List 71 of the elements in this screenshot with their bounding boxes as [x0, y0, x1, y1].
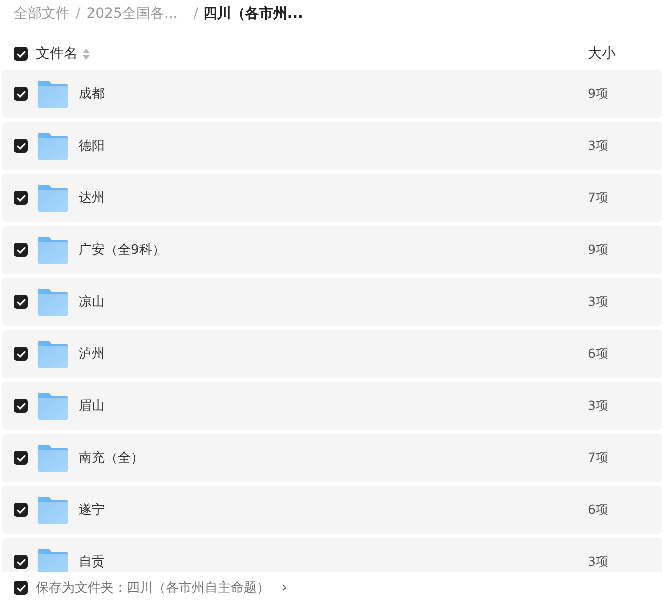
folder-name: 凉山 [79, 294, 106, 311]
folder-name: 达州 [79, 190, 106, 207]
row-checkbox[interactable] [14, 555, 28, 569]
item-count: 7项 [588, 450, 610, 466]
name-column-header[interactable]: 文件名 [36, 45, 78, 63]
item-count: 9项 [588, 242, 610, 258]
breadcrumb-link[interactable]: 四川（各市州... [203, 5, 304, 23]
folder-name: 自贡 [79, 554, 106, 571]
item-count: 3项 [588, 554, 610, 570]
folder-row[interactable]: 遂宁 6项 [2, 486, 662, 534]
item-count: 3项 [588, 138, 610, 154]
save-as-folder-checkbox[interactable] [14, 581, 28, 595]
folder-icon [38, 444, 68, 472]
folder-icon [38, 496, 68, 524]
row-checkbox[interactable] [14, 139, 28, 153]
checkmark-icon [16, 402, 26, 410]
folder-name: 德阳 [79, 138, 106, 155]
folder-name: 遂宁 [79, 502, 106, 519]
folder-name: 广安（全9科） [79, 242, 166, 259]
save-as-folder-label: 保存为文件夹：四川（各市州自主命题） [36, 580, 270, 597]
folder-icon [38, 548, 68, 572]
folder-name: 成都 [79, 86, 106, 103]
checkmark-icon [16, 298, 26, 306]
folder-row[interactable]: 自贡 3项 [2, 538, 662, 572]
checkmark-icon [16, 584, 26, 592]
folder-icon [38, 288, 68, 316]
checkmark-icon [16, 90, 26, 98]
checkmark-icon [16, 350, 26, 358]
checkmark-icon [16, 142, 26, 150]
checkmark-icon [16, 506, 26, 514]
item-count: 7项 [588, 190, 610, 206]
folder-row[interactable]: 广安（全9科） 9项 [2, 226, 662, 274]
folder-row[interactable]: 成都 9项 [2, 70, 662, 118]
folder-icon [38, 392, 68, 420]
breadcrumb-separator: / [76, 6, 81, 22]
folder-name: 眉山 [79, 398, 106, 415]
checkmark-icon [16, 454, 26, 462]
row-checkbox[interactable] [14, 295, 28, 309]
folder-name: 南充（全） [79, 450, 145, 467]
checkmark-icon [16, 50, 26, 58]
item-count: 3项 [588, 398, 610, 414]
breadcrumb-separator: / [194, 6, 198, 22]
folder-row[interactable]: 德阳 3项 [2, 122, 662, 170]
row-checkbox[interactable] [14, 243, 28, 257]
row-checkbox[interactable] [14, 191, 28, 205]
folder-icon [38, 340, 68, 368]
row-checkbox[interactable] [14, 451, 28, 465]
row-checkbox[interactable] [14, 347, 28, 361]
item-count: 3项 [588, 294, 610, 310]
row-checkbox[interactable] [14, 503, 28, 517]
folder-row[interactable]: 泸州 6项 [2, 330, 662, 378]
chevron[interactable]: › [282, 580, 288, 596]
checkmark-icon [16, 558, 26, 566]
item-count: 6项 [588, 346, 610, 362]
folder-row[interactable]: 南充（全） 7项 [2, 434, 662, 482]
row-checkbox[interactable] [14, 87, 28, 101]
folder-row[interactable]: 达州 7项 [2, 174, 662, 222]
folder-row[interactable]: 凉山 3项 [2, 278, 662, 326]
folder-row[interactable]: 眉山 3项 [2, 382, 662, 430]
folder-icon [38, 132, 68, 160]
row-checkbox[interactable] [14, 399, 28, 413]
folder-name: 泸州 [79, 346, 106, 363]
size-column-header: 大小 [588, 45, 617, 63]
folder-icon [38, 80, 68, 108]
checkmark-icon [16, 246, 26, 254]
folder-icon [38, 236, 68, 264]
checkmark-icon [16, 194, 26, 202]
item-count: 9项 [588, 86, 610, 102]
select-all-checkbox[interactable] [14, 47, 28, 61]
item-count: 6项 [588, 502, 610, 518]
folder-icon [38, 184, 68, 212]
